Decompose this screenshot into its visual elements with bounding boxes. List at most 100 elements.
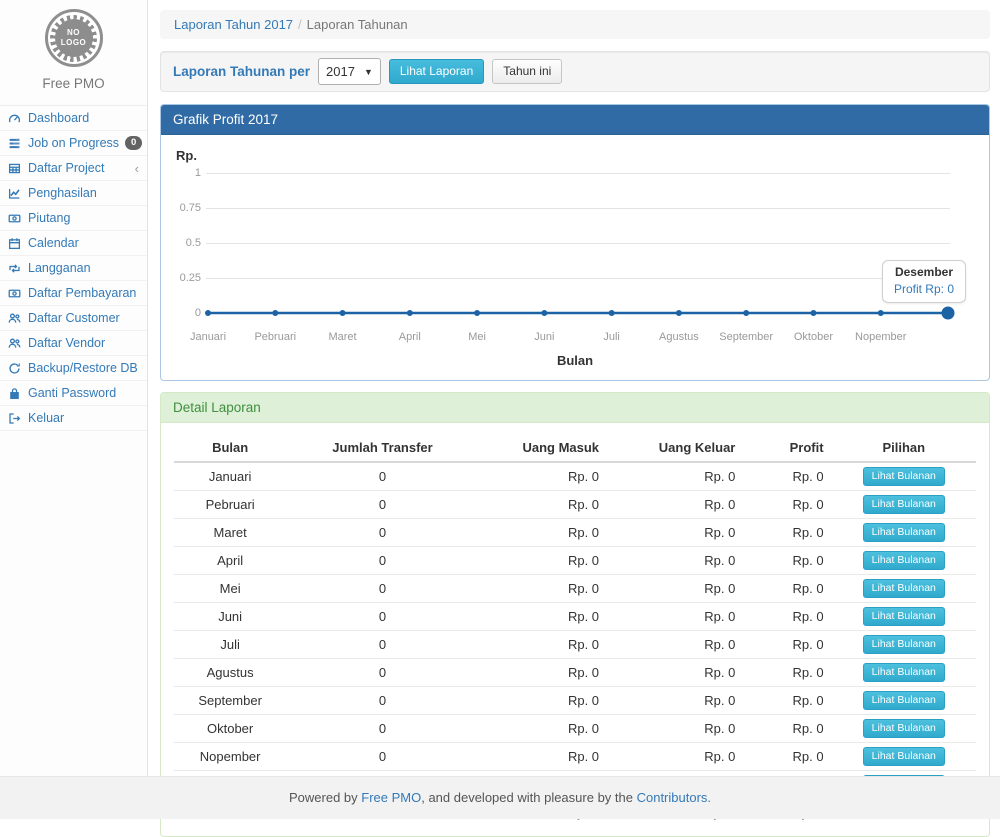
no-logo-seal: NO LOGO xyxy=(45,9,103,67)
lihat-bulanan-button[interactable]: Lihat Bulanan xyxy=(863,579,945,598)
x-axis-tick: April xyxy=(375,331,445,343)
cell-pilihan: Lihat Bulanan xyxy=(832,575,976,603)
sidebar-item-penghasilan[interactable]: Penghasilan xyxy=(0,181,147,206)
cell-uang_keluar: Rp. 0 xyxy=(607,659,743,687)
cell-jumlah_transfer: 0 xyxy=(286,743,478,771)
cell-uang_masuk: Rp. 0 xyxy=(479,743,607,771)
cell-jumlah_transfer: 0 xyxy=(286,659,478,687)
lihat-laporan-button[interactable]: Lihat Laporan xyxy=(389,59,484,84)
cell-uang_masuk: Rp. 0 xyxy=(479,575,607,603)
cell-uang_keluar: Rp. 0 xyxy=(607,575,743,603)
cell-uang_keluar: Rp. 0 xyxy=(607,631,743,659)
cell-uang_masuk: Rp. 0 xyxy=(479,659,607,687)
table-row: September0Rp. 0Rp. 0Rp. 0Lihat Bulanan xyxy=(174,687,976,715)
column-header: Uang Masuk xyxy=(479,435,607,462)
x-axis-tick: Mei xyxy=(442,331,512,343)
cell-profit: Rp. 0 xyxy=(743,715,831,743)
footer-contributors-link[interactable]: Contributors. xyxy=(637,790,711,805)
chart-panel-title: Grafik Profit 2017 xyxy=(161,105,989,135)
money-icon xyxy=(8,212,22,225)
sidebar-item-label: Dashboard xyxy=(28,111,89,125)
lihat-bulanan-button[interactable]: Lihat Bulanan xyxy=(863,523,945,542)
job-count-badge: 0 xyxy=(125,136,142,150)
cell-jumlah_transfer: 0 xyxy=(286,631,478,659)
sidebar-item-daftar-pembayaran[interactable]: Daftar Pembayaran xyxy=(0,281,147,306)
cell-uang_masuk: Rp. 0 xyxy=(479,462,607,491)
lihat-bulanan-button[interactable]: Lihat Bulanan xyxy=(863,607,945,626)
cell-pilihan: Lihat Bulanan xyxy=(832,462,976,491)
lihat-bulanan-button[interactable]: Lihat Bulanan xyxy=(863,691,945,710)
sidebar-item-langganan[interactable]: Langganan xyxy=(0,256,147,281)
cell-pilihan: Lihat Bulanan xyxy=(832,519,976,547)
cell-uang_masuk: Rp. 0 xyxy=(479,491,607,519)
lihat-bulanan-button[interactable]: Lihat Bulanan xyxy=(863,719,945,738)
breadcrumb: Laporan Tahun 2017/Laporan Tahunan xyxy=(160,10,990,39)
sidebar-item-keluar[interactable]: Keluar xyxy=(0,406,147,431)
cell-bulan: Juni xyxy=(174,603,286,631)
profit-line-chart[interactable]: Desember Profit Rp: 0 10.750.50.250 xyxy=(174,167,976,327)
footer-brand-link[interactable]: Free PMO xyxy=(361,790,421,805)
table-header-row: BulanJumlah TransferUang MasukUang Kelua… xyxy=(174,435,976,462)
table-row: Agustus0Rp. 0Rp. 0Rp. 0Lihat Bulanan xyxy=(174,659,976,687)
column-header: Pilihan xyxy=(832,435,976,462)
lihat-bulanan-button[interactable]: Lihat Bulanan xyxy=(863,467,945,486)
cell-uang_keluar: Rp. 0 xyxy=(607,547,743,575)
chart-tooltip: Desember Profit Rp: 0 xyxy=(882,260,966,303)
cell-bulan: Oktober xyxy=(174,715,286,743)
sidebar-item-label: Calendar xyxy=(28,236,79,250)
column-header: Jumlah Transfer xyxy=(286,435,478,462)
cell-bulan: Juli xyxy=(174,631,286,659)
cell-pilihan: Lihat Bulanan xyxy=(832,631,976,659)
cell-jumlah_transfer: 0 xyxy=(286,491,478,519)
lihat-bulanan-button[interactable]: Lihat Bulanan xyxy=(863,635,945,654)
table-row: Nopember0Rp. 0Rp. 0Rp. 0Lihat Bulanan xyxy=(174,743,976,771)
cell-bulan: Maret xyxy=(174,519,286,547)
sidebar-item-ganti-password[interactable]: Ganti Password xyxy=(0,381,147,406)
cell-uang_keluar: Rp. 0 xyxy=(607,715,743,743)
breadcrumb-link-laporan-tahun[interactable]: Laporan Tahun 2017 xyxy=(174,17,293,32)
sidebar-item-daftar-project[interactable]: Daftar Project ‹ xyxy=(0,156,147,181)
lihat-bulanan-button[interactable]: Lihat Bulanan xyxy=(863,747,945,766)
logo-line2: LOGO xyxy=(61,38,87,48)
cell-profit: Rp. 0 xyxy=(743,659,831,687)
year-select[interactable]: 2017 ▼ xyxy=(318,58,381,85)
table-row: Maret0Rp. 0Rp. 0Rp. 0Lihat Bulanan xyxy=(174,519,976,547)
filter-label: Laporan Tahunan per xyxy=(173,64,310,79)
money-icon xyxy=(8,287,22,300)
lihat-bulanan-button[interactable]: Lihat Bulanan xyxy=(863,495,945,514)
table-icon xyxy=(8,162,22,175)
sidebar-item-dashboard[interactable]: Dashboard xyxy=(0,106,147,131)
year-select-value: 2017 xyxy=(326,64,355,79)
sidebar-item-backup-restore-db[interactable]: Backup/Restore DB xyxy=(0,356,147,381)
sidebar-item-piutang[interactable]: Piutang xyxy=(0,206,147,231)
table-row: Juli0Rp. 0Rp. 0Rp. 0Lihat Bulanan xyxy=(174,631,976,659)
cell-jumlah_transfer: 0 xyxy=(286,547,478,575)
column-header: Uang Keluar xyxy=(607,435,743,462)
lihat-bulanan-button[interactable]: Lihat Bulanan xyxy=(863,551,945,570)
chart-x-axis-labels: JanuariPebruariMaretAprilMeiJuniJuliAgus… xyxy=(174,331,976,346)
x-axis-tick: Pebruari xyxy=(240,331,310,343)
users-icon xyxy=(8,337,22,350)
sidebar-item-job-on-progress[interactable]: Job on Progress 0 xyxy=(0,131,147,156)
lihat-bulanan-button[interactable]: Lihat Bulanan xyxy=(863,663,945,682)
tahun-ini-button[interactable]: Tahun ini xyxy=(492,59,562,84)
sidebar-item-label: Daftar Vendor xyxy=(28,336,105,350)
cell-profit: Rp. 0 xyxy=(743,575,831,603)
cell-uang_keluar: Rp. 0 xyxy=(607,687,743,715)
cell-profit: Rp. 0 xyxy=(743,603,831,631)
tooltip-title: Desember xyxy=(894,265,954,279)
cell-pilihan: Lihat Bulanan xyxy=(832,603,976,631)
sidebar-item-calendar[interactable]: Calendar xyxy=(0,231,147,256)
breadcrumb-separator: / xyxy=(298,17,302,32)
footer-text-middle: , and developed with pleasure by the xyxy=(421,790,636,805)
cell-jumlah_transfer: 0 xyxy=(286,603,478,631)
no-logo-seal-core: NO LOGO xyxy=(55,19,93,57)
cell-profit: Rp. 0 xyxy=(743,687,831,715)
cell-profit: Rp. 0 xyxy=(743,631,831,659)
sidebar-item-daftar-customer[interactable]: Daftar Customer xyxy=(0,306,147,331)
sidebar-item-label: Penghasilan xyxy=(28,186,97,200)
table-row: April0Rp. 0Rp. 0Rp. 0Lihat Bulanan xyxy=(174,547,976,575)
cell-jumlah_transfer: 0 xyxy=(286,687,478,715)
sidebar-item-daftar-vendor[interactable]: Daftar Vendor xyxy=(0,331,147,356)
cell-bulan: Agustus xyxy=(174,659,286,687)
